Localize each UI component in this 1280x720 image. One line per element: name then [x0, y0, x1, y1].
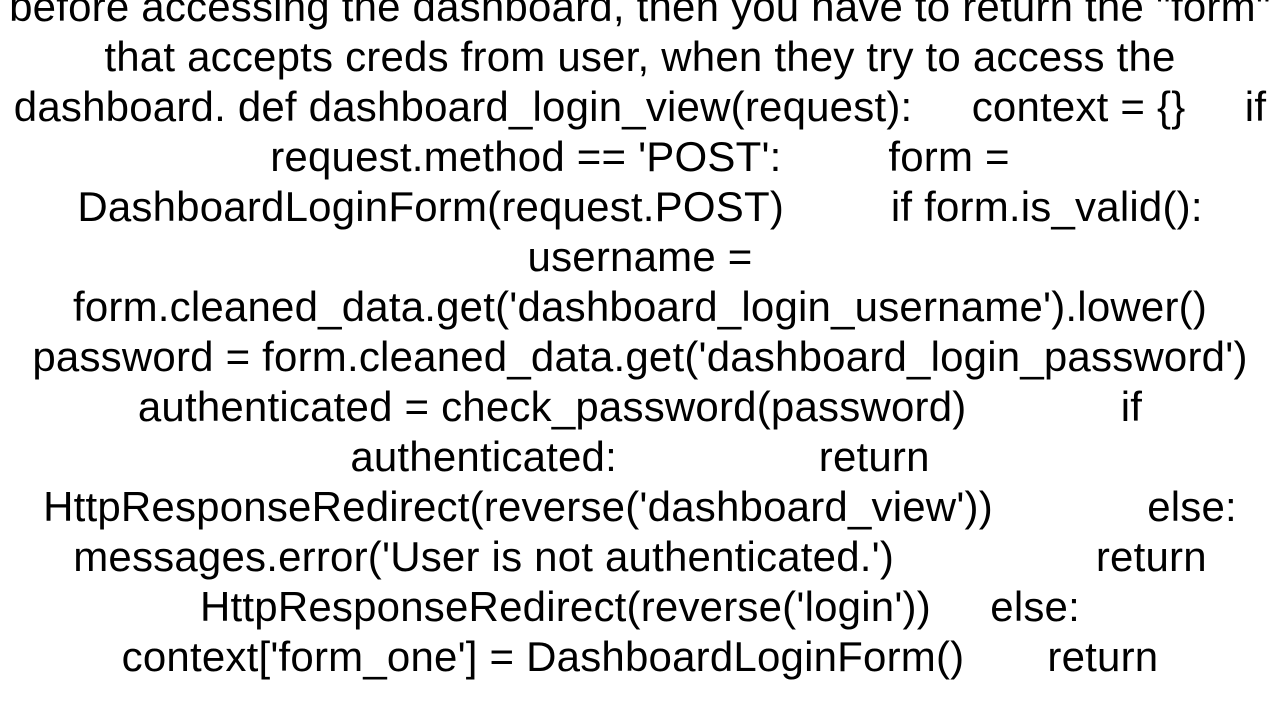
body-text: before accessing the dashboard, then you… [0, 0, 1280, 682]
